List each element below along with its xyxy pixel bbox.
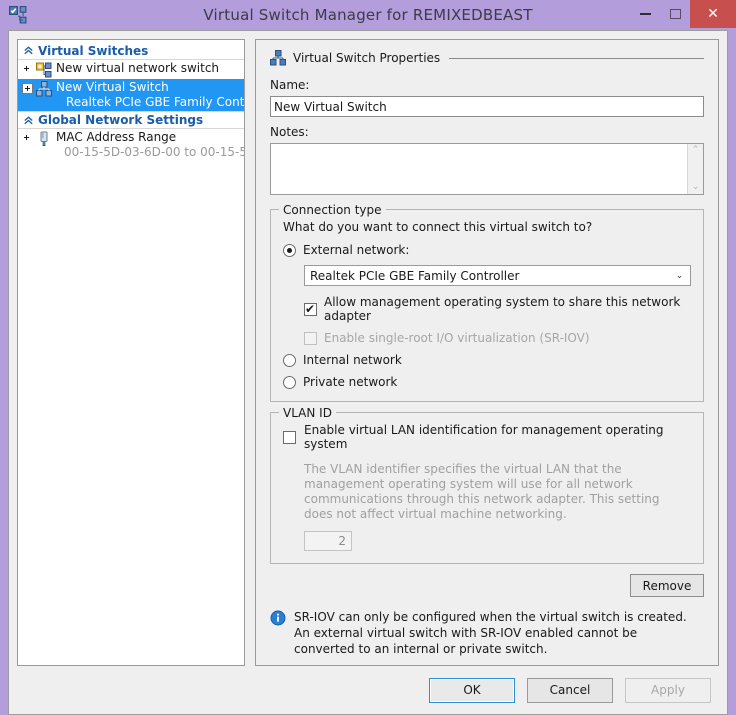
info-icon — [270, 610, 286, 626]
properties-section-header: Virtual Switch Properties — [270, 50, 704, 66]
checkbox-sriov-row: Enable single-root I/O virtualization (S… — [304, 331, 691, 345]
tree-section-label: Global Network Settings — [35, 113, 203, 127]
minimize-icon — [640, 13, 651, 15]
chevron-down-icon[interactable]: ⌄ — [671, 271, 688, 281]
radio-icon-internal[interactable] — [283, 354, 296, 367]
section-divider — [449, 58, 704, 59]
scroll-up-icon[interactable]: ⌃ — [692, 146, 700, 155]
tree-item-subtitle: Realtek PCIe GBE Family Controller — [56, 95, 242, 110]
switch-name-input[interactable] — [270, 96, 704, 117]
tree-item-texts: MAC Address Range 00-15-5D-03-6D-00 to 0… — [56, 130, 242, 160]
vlan-id-group: VLAN ID Enable virtual LAN identificatio… — [270, 412, 704, 564]
sriov-info-message: SR-IOV can only be configured when the v… — [270, 609, 704, 657]
radio-internal-network[interactable]: Internal network — [283, 353, 691, 367]
checkbox-label-enable-vlan: Enable virtual LAN identification for ma… — [304, 423, 691, 451]
radio-external-network[interactable]: External network: — [283, 243, 691, 257]
checkbox-icon-sriov — [304, 332, 317, 345]
window-title: Virtual Switch Manager for REMIXEDBEAST — [0, 0, 736, 30]
navigation-tree-pane[interactable]: Virtual Switches — [17, 39, 245, 666]
virtual-switch-manager-window: Virtual Switch Manager for REMIXEDBEAST … — [0, 0, 736, 694]
tree-item-new-virtual-network-switch[interactable]: New virtual network switch — [18, 60, 244, 79]
properties-pane: Virtual Switch Properties Name: Notes: ⌃… — [255, 39, 719, 666]
close-icon: ✕ — [707, 7, 719, 21]
maximize-button[interactable] — [660, 0, 690, 28]
scroll-down-icon[interactable]: ⌄ — [692, 183, 700, 192]
tree-section-global-network-settings[interactable]: Global Network Settings — [18, 111, 244, 129]
name-label: Name: — [270, 78, 704, 92]
connection-type-group: Connection type What do you want to conn… — [270, 209, 704, 402]
notes-field-wrapper: ⌃ ⌄ — [270, 143, 704, 195]
tree-item-label: New Virtual Switch — [56, 80, 242, 95]
radio-label-private: Private network — [303, 375, 397, 389]
chevron-double-up-icon[interactable] — [22, 44, 35, 57]
tree-item-label: MAC Address Range — [56, 130, 242, 145]
chevron-double-up-icon[interactable] — [22, 114, 35, 127]
connection-type-question: What do you want to connect this virtual… — [283, 220, 691, 234]
mac-address-icon — [36, 131, 52, 147]
notes-scrollbar[interactable]: ⌃ ⌄ — [687, 144, 703, 194]
remove-button-row: Remove — [270, 574, 704, 597]
checkbox-icon-share-adapter[interactable] — [304, 303, 317, 316]
radio-label-external: External network: — [303, 243, 409, 257]
dialog-client-area: Virtual Switches — [8, 30, 728, 715]
minimize-button[interactable] — [630, 0, 660, 28]
checkbox-label-sriov: Enable single-root I/O virtualization (S… — [324, 331, 590, 345]
radio-label-internal: Internal network — [303, 353, 402, 367]
window-titlebar[interactable]: Virtual Switch Manager for REMIXEDBEAST … — [0, 0, 736, 30]
checkbox-label-share-adapter: Allow management operating system to sha… — [324, 295, 691, 323]
virtual-switch-icon — [270, 50, 286, 66]
new-virtual-switch-icon — [36, 62, 52, 78]
tree-item-label: New virtual network switch — [56, 61, 219, 76]
properties-section-title: Virtual Switch Properties — [293, 51, 440, 65]
maximize-icon — [670, 9, 681, 19]
radio-icon-external[interactable] — [283, 244, 296, 257]
checkbox-enable-vlan-row[interactable]: Enable virtual LAN identification for ma… — [283, 423, 691, 451]
navigation-tree: Virtual Switches — [18, 40, 244, 161]
tree-item-subtitle: 00-15-5D-03-6D-00 to 00-15-5D-0... — [56, 145, 242, 160]
checkbox-share-adapter-row[interactable]: Allow management operating system to sha… — [304, 295, 691, 323]
connection-type-title: Connection type — [279, 203, 386, 217]
radio-icon-private[interactable] — [283, 376, 296, 389]
network-adapter-value: Realtek PCIe GBE Family Controller — [310, 269, 671, 283]
tree-item-texts: New virtual network switch — [56, 61, 219, 76]
vlan-description: The VLAN identifier specifies the virtua… — [304, 462, 691, 522]
expand-toggle-icon[interactable] — [22, 83, 33, 94]
tree-section-label: Virtual Switches — [35, 44, 148, 58]
tree-item-mac-address-range[interactable]: MAC Address Range 00-15-5D-03-6D-00 to 0… — [18, 129, 244, 161]
dialog-body: Virtual Switches — [9, 31, 727, 666]
apply-button: Apply — [625, 678, 711, 703]
vlan-id-value: 2 — [338, 534, 346, 548]
dialog-footer: OK Cancel Apply — [9, 666, 727, 714]
network-adapter-select[interactable]: Realtek PCIe GBE Family Controller ⌄ — [304, 265, 691, 286]
close-button[interactable]: ✕ — [690, 0, 736, 28]
expander-placeholder — [22, 64, 33, 75]
remove-button[interactable]: Remove — [630, 574, 704, 597]
checkbox-icon-enable-vlan[interactable] — [283, 431, 296, 444]
notes-textarea[interactable] — [271, 144, 687, 194]
tree-section-virtual-switches[interactable]: Virtual Switches — [18, 42, 244, 60]
tree-item-new-virtual-switch[interactable]: New Virtual Switch Realtek PCIe GBE Fami… — [18, 79, 244, 111]
virtual-switch-icon — [36, 81, 52, 97]
tree-item-texts: New Virtual Switch Realtek PCIe GBE Fami… — [56, 80, 242, 110]
notes-label: Notes: — [270, 125, 704, 139]
expander-placeholder — [22, 133, 33, 144]
vlan-id-title: VLAN ID — [279, 406, 336, 420]
ok-button[interactable]: OK — [429, 678, 515, 703]
cancel-button[interactable]: Cancel — [527, 678, 613, 703]
radio-private-network[interactable]: Private network — [283, 375, 691, 389]
vlan-id-input: 2 — [304, 531, 352, 551]
virtual-switch-app-icon — [9, 6, 27, 24]
info-message-text: SR-IOV can only be configured when the v… — [294, 609, 694, 657]
window-controls: ✕ — [630, 0, 736, 28]
